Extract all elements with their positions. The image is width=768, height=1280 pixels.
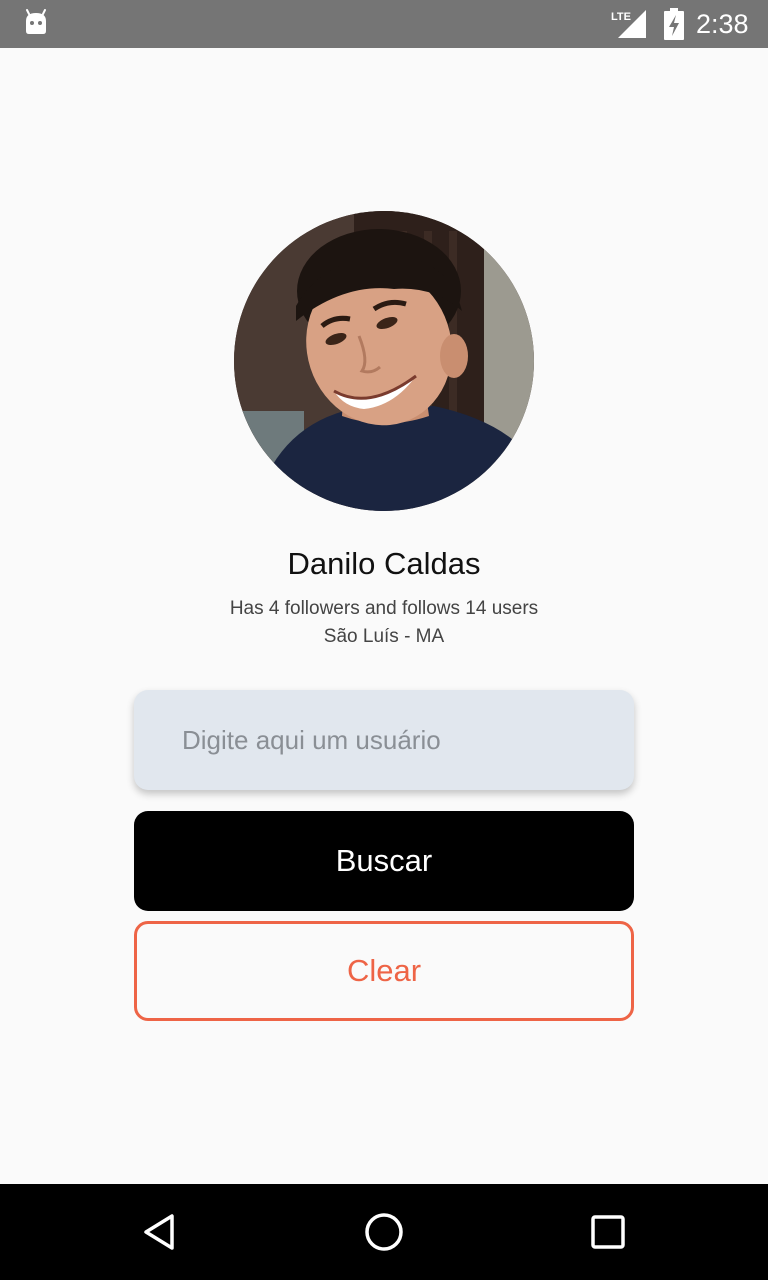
nav-recents-button[interactable] xyxy=(548,1184,668,1280)
lte-signal-icon: LTE xyxy=(611,10,646,38)
profile-stats: Has 4 followers and follows 14 users xyxy=(229,598,539,619)
profile-avatar xyxy=(234,211,534,511)
search-button[interactable]: Buscar xyxy=(134,811,634,911)
app-screen: LTE 2:38 Danilo Caldas Has 4 followers a… xyxy=(0,0,768,1280)
clear-button[interactable]: Clear xyxy=(134,921,634,1021)
status-clock: 2:38 xyxy=(696,9,749,39)
username-search-input[interactable] xyxy=(134,690,634,790)
nav-back-button[interactable] xyxy=(100,1184,220,1280)
recents-icon xyxy=(591,1215,625,1249)
profile-name: Danilo Caldas xyxy=(287,546,481,581)
android-icon xyxy=(26,9,46,34)
svg-text:LTE: LTE xyxy=(611,11,631,23)
navigation-bar xyxy=(0,1184,768,1280)
battery-charging-icon xyxy=(664,8,684,40)
nav-home-button[interactable] xyxy=(324,1184,444,1280)
status-bar: LTE 2:38 xyxy=(0,0,768,48)
back-icon xyxy=(144,1214,174,1250)
profile-location: São Luís - MA xyxy=(323,626,445,647)
home-icon xyxy=(365,1213,403,1251)
